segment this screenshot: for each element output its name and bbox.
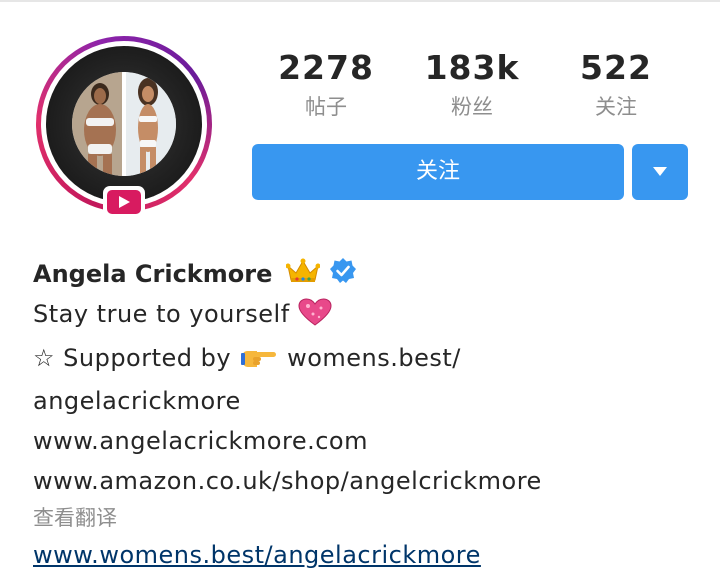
posts-label: 帖子	[305, 95, 347, 119]
verified-badge-icon	[330, 258, 357, 290]
profile-name-row: Angela Crickmore	[33, 254, 713, 294]
following-count: 522	[580, 48, 652, 87]
display-name: Angela Crickmore	[33, 260, 273, 288]
bio-website-line: www.angelacrickmore.com	[33, 427, 368, 455]
follow-button[interactable]: 关注	[252, 144, 624, 200]
bio-tagline: Stay true to yourself	[33, 300, 290, 328]
top-divider	[0, 0, 720, 2]
stat-posts[interactable]: 2278 帖子	[266, 46, 386, 122]
followers-label: 粉丝	[451, 95, 493, 119]
profile-bio: Angela Crickmore Stay true to yourself ☆…	[33, 254, 713, 575]
profile-website-link[interactable]: www.womens.best/angelacrickmore	[33, 535, 713, 575]
bio-sponsor-link[interactable]: womens.best/	[287, 344, 461, 372]
followers-count: 183k	[424, 48, 520, 87]
pointing-hand-icon	[241, 341, 277, 381]
avatar-photo	[72, 72, 176, 176]
crown-icon	[285, 258, 321, 290]
stat-following[interactable]: 522 关注	[556, 46, 676, 122]
video-badge[interactable]	[103, 186, 145, 218]
bio-line-2: ☆ Supported by womens.best/	[33, 338, 713, 381]
posts-count: 2278	[278, 48, 374, 87]
avatar	[46, 46, 202, 202]
stat-followers[interactable]: 183k 粉丝	[412, 46, 532, 122]
suggested-dropdown-button[interactable]	[632, 144, 688, 200]
bio-line-1: Stay true to yourself	[33, 294, 713, 338]
play-icon	[119, 196, 130, 208]
see-translation-link[interactable]: 查看翻译	[33, 501, 713, 535]
bio-supported-by: ☆ Supported by	[33, 344, 232, 372]
heart-icon	[298, 298, 332, 338]
bio-line-3: angelacrickmore	[33, 387, 241, 415]
caret-down-icon	[653, 167, 667, 176]
bio-amazon-line: www.amazon.co.uk/shop/angelcrickmore	[33, 467, 542, 495]
following-label: 关注	[595, 95, 637, 119]
